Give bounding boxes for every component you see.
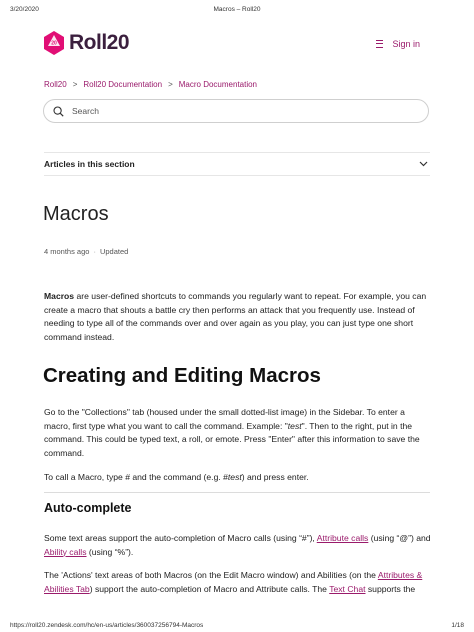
ability-calls-link[interactable]: Ability calls xyxy=(44,547,87,557)
print-url: https://roll20.zendesk.com/hc/en-us/arti… xyxy=(10,622,204,629)
site-header: 20 Roll20 Sign in xyxy=(42,28,432,62)
p2-example: test xyxy=(227,472,242,482)
article-updated-label: Updated xyxy=(99,247,129,256)
d20-logo-icon: 20 xyxy=(44,31,64,55)
p4-text-b: ) support the auto-completion of Macro a… xyxy=(89,583,330,594)
collections-paragraph: Go to the "Collections" tab (housed unde… xyxy=(44,406,432,460)
svg-text:20: 20 xyxy=(51,41,57,47)
p1-example: test xyxy=(287,420,302,431)
meta-separator: · xyxy=(93,247,96,256)
breadcrumb-separator: > xyxy=(168,80,173,89)
sign-in-label: Sign in xyxy=(392,39,420,49)
search-icon xyxy=(53,105,64,117)
p4-text-c: supports the xyxy=(365,583,416,594)
intro-text: are user-defined shortcuts to commands y… xyxy=(44,291,427,342)
search-input[interactable] xyxy=(70,105,394,117)
p4-text-a: The 'Actions' text areas of both Macros … xyxy=(44,570,378,580)
intro-paragraph: Macros are user-defined shortcuts to com… xyxy=(44,290,432,344)
print-title: Macros – Roll20 xyxy=(213,6,261,13)
articles-section-label: Articles in this section xyxy=(44,159,135,169)
breadcrumb: Roll20 > Roll20 Documentation > Macro Do… xyxy=(44,80,257,89)
brand-name: Roll20 xyxy=(69,31,130,54)
attribute-calls-link[interactable]: Attribute calls xyxy=(317,533,369,543)
sign-in-button[interactable]: Sign in xyxy=(376,39,420,49)
p2-text-a: To call a Macro, type # and the command … xyxy=(44,472,228,482)
section-heading-auto-complete: Auto-complete xyxy=(44,501,132,515)
auto-complete-paragraph: Some text areas support the auto-complet… xyxy=(44,532,432,559)
breadcrumb-roll20[interactable]: Roll20 xyxy=(44,80,67,89)
chevron-down-icon xyxy=(419,161,428,167)
article-age: 4 months ago xyxy=(44,247,90,256)
article-meta: 4 months ago · Updated xyxy=(44,247,128,256)
search-box[interactable] xyxy=(43,99,429,123)
breadcrumb-separator: > xyxy=(72,80,78,89)
p3-text-b: (using “@”) and xyxy=(368,533,431,543)
articles-section-toggle[interactable]: Articles in this section xyxy=(44,152,430,176)
text-chat-link[interactable]: Text Chat xyxy=(329,584,365,594)
roll20-logo[interactable]: 20 Roll20 xyxy=(42,30,130,56)
breadcrumb-macro-documentation[interactable]: Macro Documentation xyxy=(179,80,257,89)
p2-text-b: ) and press enter. xyxy=(241,472,309,482)
menu-icon[interactable] xyxy=(376,40,384,48)
actions-paragraph: The 'Actions' text areas of both Macros … xyxy=(44,569,432,596)
page-title: Macros xyxy=(43,203,109,225)
p3-text-c: (using “%”). xyxy=(86,546,134,557)
section-divider xyxy=(44,492,430,493)
breadcrumb-documentation[interactable]: Roll20 Documentation xyxy=(83,80,162,89)
intro-bold-term: Macros xyxy=(44,291,75,301)
print-page-count: 1/18 xyxy=(451,622,464,629)
section-heading-creating-editing: Creating and Editing Macros xyxy=(43,364,321,387)
p3-text-a: Some text areas support the auto-complet… xyxy=(44,533,317,543)
call-macro-paragraph: To call a Macro, type # and the command … xyxy=(44,471,432,485)
